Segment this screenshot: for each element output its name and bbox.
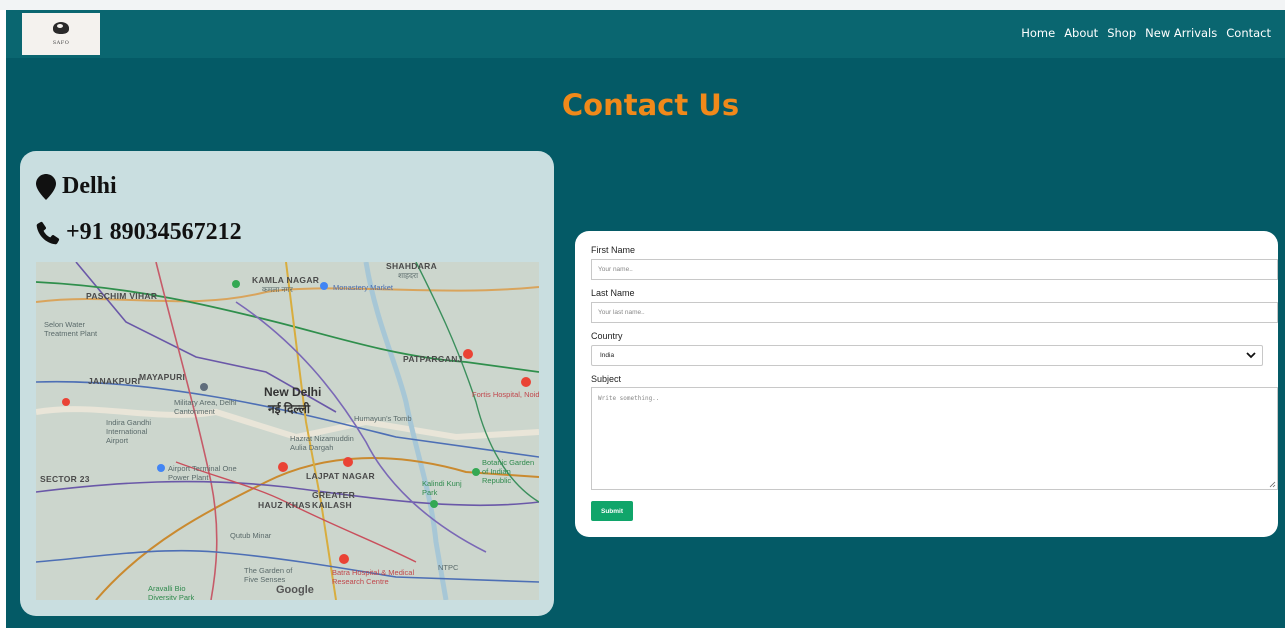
nav-about[interactable]: About bbox=[1064, 26, 1098, 40]
submit-button[interactable]: Submit bbox=[591, 501, 633, 521]
country-select[interactable]: India bbox=[591, 345, 1263, 366]
phone-row: +91 89034567212 bbox=[36, 219, 242, 246]
map-label-greater-kailash: GREATER KAILASH bbox=[312, 490, 356, 510]
map-label-fortis: Fortis Hospital, Noida bbox=[472, 390, 539, 399]
map-label-shahdara: SHAHDARA bbox=[386, 262, 438, 271]
map-label-batra: Batra Hospital & Medical Research Centre bbox=[332, 568, 415, 586]
location-row: Delhi bbox=[36, 173, 117, 200]
logo-text: SAFO bbox=[52, 40, 70, 46]
map-label-botanic: Botanic Garden of Indian Republic bbox=[482, 458, 535, 485]
first-name-input[interactable] bbox=[591, 259, 1278, 280]
map-label-shahdara-hi: शाहदरा bbox=[398, 271, 419, 280]
city-name: Delhi bbox=[62, 173, 117, 199]
page-title: Contact Us bbox=[561, 88, 740, 122]
delhi-map[interactable]: KAMLA NAGAR कमला नगर SHAHDARA शाहदरा PAS… bbox=[36, 262, 539, 600]
last-name-label: Last Name bbox=[591, 288, 635, 298]
map-label-paschim-vihar: PASCHIM VIHAR bbox=[86, 291, 158, 301]
phone-icon bbox=[36, 221, 60, 244]
map-label-mayapuri: MAYAPURI bbox=[139, 372, 186, 382]
last-name-input[interactable] bbox=[591, 302, 1278, 323]
country-selected-value: India bbox=[600, 352, 615, 359]
google-logo: Google bbox=[276, 584, 314, 596]
country-label: Country bbox=[591, 331, 623, 341]
map-pin-icon bbox=[36, 173, 56, 200]
map-label-lajpat: LAJPAT NAGAR bbox=[306, 471, 375, 481]
first-name-label: First Name bbox=[591, 245, 636, 255]
map-label-janakpuri: JANAKPURI bbox=[88, 376, 141, 386]
subject-label: Subject bbox=[591, 374, 622, 384]
map-label-kamla-nagar: KAMLA NAGAR bbox=[252, 275, 320, 285]
map-label-new-delhi: New Delhi bbox=[264, 385, 322, 399]
nav-home[interactable]: Home bbox=[1021, 26, 1055, 40]
nav-contact[interactable]: Contact bbox=[1226, 26, 1271, 40]
main-nav: Home About Shop New Arrivals Contact bbox=[1021, 26, 1271, 40]
map-label-aravalli: Aravalli Bio Diversity Park bbox=[148, 584, 195, 600]
nav-shop[interactable]: Shop bbox=[1107, 26, 1136, 40]
map-label-airport: Indira Gandhi International Airport bbox=[106, 418, 152, 445]
map-label-garden-senses: The Garden of Five Senses bbox=[244, 566, 293, 584]
site-header: SAFO Home About Shop New Arrivals Contac… bbox=[6, 10, 1285, 58]
map-label-humayun: Humayun's Tomb bbox=[354, 414, 412, 423]
map-label-new-delhi-hi: नई दिल्ली bbox=[268, 402, 311, 416]
map-label-monastery: Monastery Market bbox=[333, 283, 394, 292]
map-label-ntpc: NTPC bbox=[438, 563, 459, 572]
map-label-airport-terminal: Airport Terminal One Power Plant bbox=[168, 464, 237, 482]
contact-form: First Name Last Name Country India Subje… bbox=[575, 231, 1278, 537]
resize-grip-icon[interactable] bbox=[1269, 481, 1276, 488]
map-label-patparganj: PATPARGANJ bbox=[403, 354, 463, 364]
phone-number: +91 89034567212 bbox=[66, 219, 242, 245]
nav-new-arrivals[interactable]: New Arrivals bbox=[1145, 26, 1217, 40]
map-label-qutub: Qutub Minar bbox=[230, 531, 272, 540]
contact-page: SAFO Home About Shop New Arrivals Contac… bbox=[6, 10, 1285, 628]
map-label-hauz-khas: HAUZ KHAS bbox=[258, 500, 311, 510]
map-label-military: Military Area, Delhi Cantonment bbox=[174, 398, 237, 416]
subject-textarea[interactable] bbox=[591, 387, 1278, 490]
chevron-down-icon bbox=[1246, 352, 1256, 359]
map-label-nizamuddin: Hazrat Nizamuddin Aulia Dargah bbox=[290, 434, 354, 452]
contact-info-card: Delhi +91 89034567212 KAMLA NAGAR कमला न… bbox=[20, 151, 554, 616]
map-label-selon: Selon Water Treatment Plant bbox=[44, 320, 98, 338]
site-logo[interactable]: SAFO bbox=[22, 13, 100, 55]
map-label-kalindi: Kalindi Kunj Park bbox=[422, 479, 462, 497]
map-label-sector23: SECTOR 23 bbox=[40, 474, 90, 484]
map-label-kamla-nagar-hi: कमला नगर bbox=[262, 285, 293, 294]
browser-top-strip bbox=[0, 0, 1285, 10]
logo-mark-icon bbox=[53, 22, 69, 34]
